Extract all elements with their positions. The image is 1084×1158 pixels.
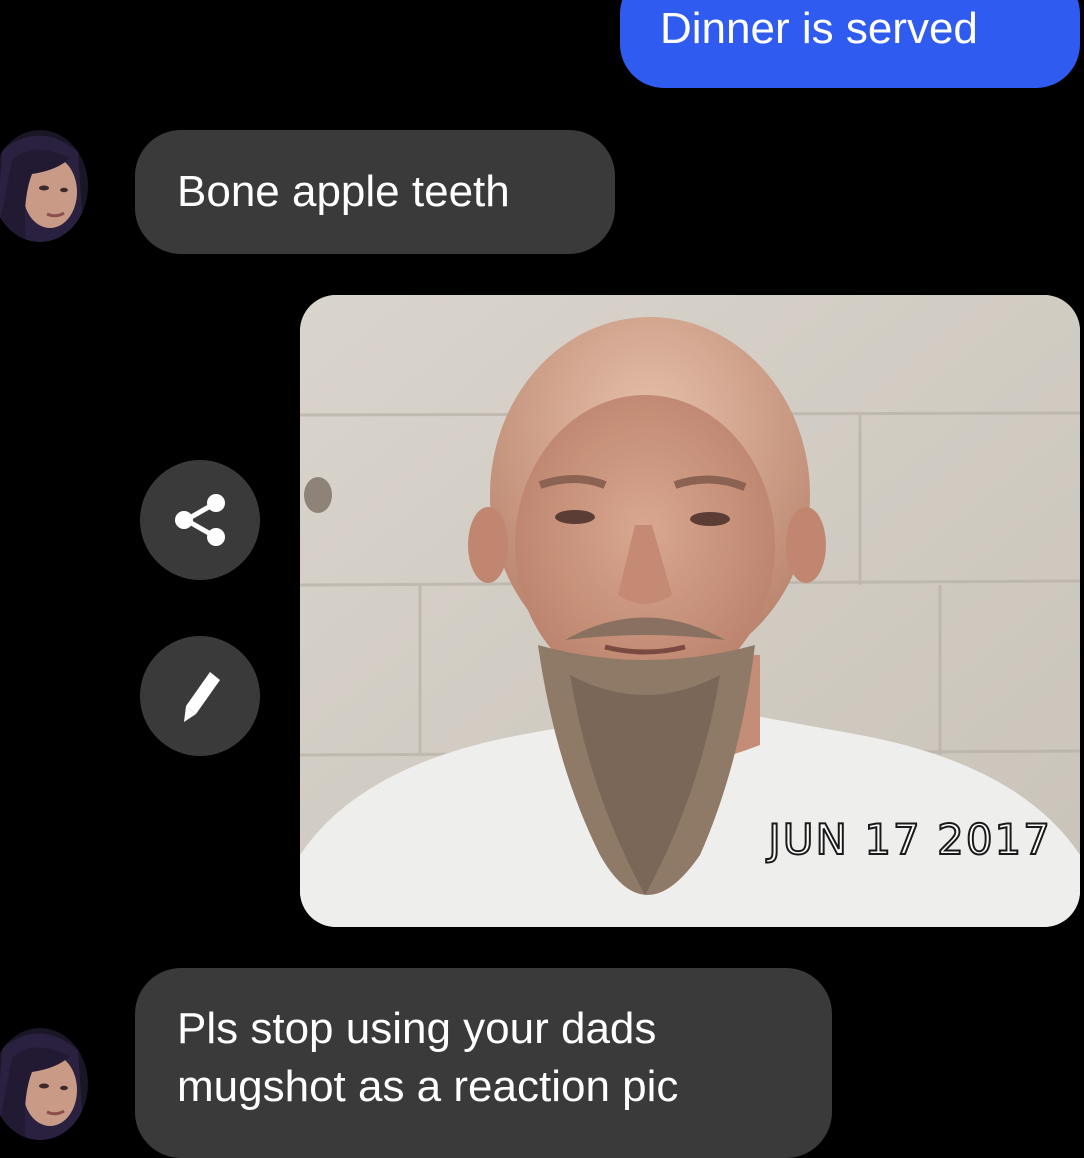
contact-avatar[interactable] (0, 1028, 88, 1140)
received-message-bubble[interactable]: Bone apple teeth (135, 130, 615, 254)
contact-avatar[interactable] (0, 130, 88, 242)
received-message-text: Pls stop using your dads mugshot as a re… (177, 1004, 679, 1111)
edit-button[interactable] (140, 636, 260, 756)
sent-message-text: Dinner is served (660, 4, 978, 53)
avatar-image (0, 130, 88, 242)
received-message-text: Bone apple teeth (177, 167, 510, 216)
image-message[interactable]: JUN 17 2017 (300, 295, 1080, 927)
received-message-bubble[interactable]: Pls stop using your dads mugshot as a re… (135, 968, 832, 1158)
pencil-icon (184, 672, 220, 722)
avatar-image (0, 1028, 88, 1140)
share-icon (175, 494, 225, 546)
sent-message-bubble[interactable]: Dinner is served (620, 0, 1080, 88)
photo-date-stamp: JUN 17 2017 (767, 814, 1052, 865)
share-button[interactable] (140, 460, 260, 580)
